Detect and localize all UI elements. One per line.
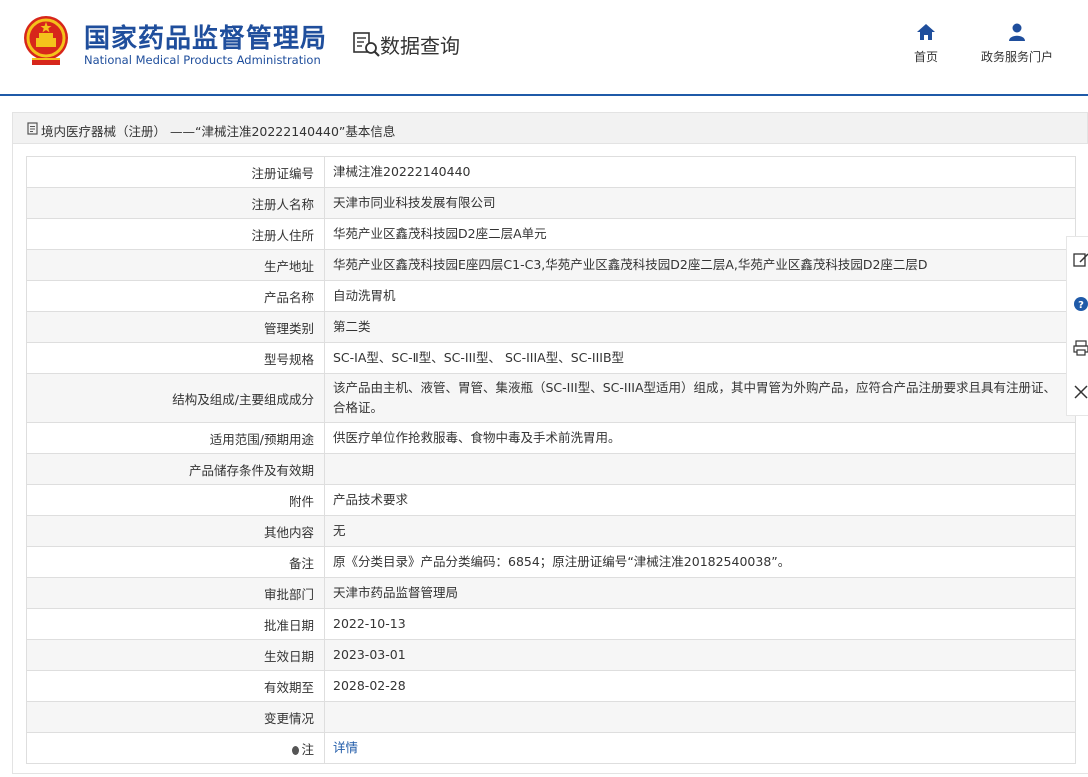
row-label: 批准日期 [26, 608, 325, 640]
table-row: 管理类别 第二类 [26, 311, 1076, 343]
row-label: 产品名称 [26, 280, 325, 312]
row-value [324, 453, 1076, 485]
table-row: 批准日期 2022-10-13 [26, 608, 1076, 640]
svg-text:?: ? [1078, 300, 1084, 311]
details-link[interactable]: 详情 [333, 740, 358, 755]
row-label: 附件 [26, 484, 325, 516]
row-value: 详情 [324, 732, 1076, 764]
breadcrumb-text: 境内医疗器械（注册） ——“津械注准20222140440”基本信息 [41, 124, 396, 139]
row-value: 天津市同业科技发展有限公司 [324, 187, 1076, 219]
device-info-table: 注册证编号 津械注准20222140440 注册人名称 天津市同业科技发展有限公司 … [26, 156, 1076, 764]
row-value: 华苑产业区鑫茂科技园D2座二层A单元 [324, 218, 1076, 250]
close-icon[interactable] [1072, 383, 1088, 401]
note-label: 注 [301, 741, 314, 757]
nav-home-link[interactable]: 首页 [906, 22, 946, 65]
site-header: 国家药品监督管理局 National Medical Products Admi… [0, 0, 1088, 94]
row-label: 型号规格 [26, 342, 325, 374]
row-value: 产品技术要求 [324, 484, 1076, 516]
table-row: 产品储存条件及有效期 [26, 453, 1076, 485]
table-row: 其他内容无 [26, 515, 1076, 547]
user-icon [1009, 23, 1025, 41]
row-value: 无 [324, 515, 1076, 547]
row-label: 其他内容 [26, 515, 325, 547]
row-value [324, 701, 1076, 733]
nav-portal-label: 政务服务门户 [980, 50, 1053, 64]
row-label: 有效期至 [26, 670, 325, 702]
table-row: 生效日期 2023-03-01 [26, 639, 1076, 671]
org-name-en: National Medical Products Administration [84, 53, 321, 67]
national-emblem-icon [24, 16, 68, 65]
row-label: 备注 [26, 546, 325, 578]
print-icon[interactable] [1072, 339, 1088, 357]
table-row: 注册人住所 华苑产业区鑫茂科技园D2座二层A单元 [26, 218, 1076, 250]
row-label: 注册人住所 [26, 218, 325, 250]
row-label: 注册证编号 [26, 156, 325, 188]
nav-portal-link[interactable]: 政务服务门户 [974, 22, 1060, 65]
row-label: 管理类别 [26, 311, 325, 343]
row-value: 供医疗单位作抢救服毒、食物中毒及手术前洗胃用。 [324, 422, 1076, 454]
row-label: 产品储存条件及有效期 [26, 453, 325, 485]
table-row: 注册人名称 天津市同业科技发展有限公司 [26, 187, 1076, 219]
row-label: 审批部门 [26, 577, 325, 609]
table-row: 备注 原《分类目录》产品分类编码：6854；原注册证编号“津械注准20182540… [26, 546, 1076, 578]
table-row: 适用范围/预期用途 供医疗单位作抢救服毒、食物中毒及手术前洗胃用。 [26, 422, 1076, 454]
table-row: 产品名称 自动洗胃机 [26, 280, 1076, 312]
row-value: 原《分类目录》产品分类编码：6854；原注册证编号“津械注准2018254003… [324, 546, 1076, 578]
row-value: 天津市药品监督管理局 [324, 577, 1076, 609]
row-value: 津械注准20222140440 [324, 156, 1076, 188]
row-label: 结构及组成/主要组成成分 [26, 373, 325, 423]
table-row: 审批部门 天津市药品监督管理局 [26, 577, 1076, 609]
row-value: 第二类 [324, 311, 1076, 343]
row-label: 注册人名称 [26, 187, 325, 219]
table-row: 变更情况 [26, 701, 1076, 733]
edit-icon[interactable] [1072, 251, 1088, 269]
table-row: 生产地址 华苑产业区鑫茂科技园E座四层C1-C3,华苑产业区鑫茂科技园D2座二层A… [26, 249, 1076, 281]
table-row: 结构及组成/主要组成成分 该产品由主机、液管、胃管、集液瓶（SC-III型、SC-… [26, 373, 1076, 423]
table-row: 型号规格 SC-ⅠA型、SC-Ⅱ型、SC-III型、 SC-IIIA型、SC-II… [26, 342, 1076, 374]
data-query-icon [353, 32, 380, 57]
document-icon [27, 122, 38, 135]
row-label: 变更情况 [26, 701, 325, 733]
row-value: 2028-02-28 [324, 670, 1076, 702]
section-title: 数据查询 [380, 34, 460, 58]
breadcrumb: 境内医疗器械（注册） ——“津械注准20222140440”基本信息 [12, 112, 1088, 144]
table-row: 注册证编号 津械注准20222140440 [26, 156, 1076, 188]
table-row: 注 详情 [26, 732, 1076, 764]
org-name-cn: 国家药品监督管理局 [84, 24, 328, 54]
row-label: 生产地址 [26, 249, 325, 281]
row-value: 该产品由主机、液管、胃管、集液瓶（SC-III型、SC-IIIA型适用）组成，其… [324, 373, 1076, 423]
row-label: 生效日期 [26, 639, 325, 671]
row-value: 华苑产业区鑫茂科技园E座四层C1-C3,华苑产业区鑫茂科技园D2座二层A,华苑产… [324, 249, 1076, 281]
header-divider [0, 94, 1088, 96]
side-toolbar: ? [1066, 236, 1088, 416]
nav-home-label: 首页 [913, 50, 938, 64]
pin-icon [292, 745, 300, 755]
row-label: 适用范围/预期用途 [26, 422, 325, 454]
table-row: 附件 产品技术要求 [26, 484, 1076, 516]
row-label: 注 [26, 732, 325, 764]
home-icon [917, 24, 935, 40]
row-value: 2022-10-13 [324, 608, 1076, 640]
row-value: 2023-03-01 [324, 639, 1076, 671]
row-value: SC-ⅠA型、SC-Ⅱ型、SC-III型、 SC-IIIA型、SC-IIIB型 [324, 342, 1076, 374]
row-value: 自动洗胃机 [324, 280, 1076, 312]
table-row: 有效期至 2028-02-28 [26, 670, 1076, 702]
help-icon[interactable]: ? [1072, 295, 1088, 313]
